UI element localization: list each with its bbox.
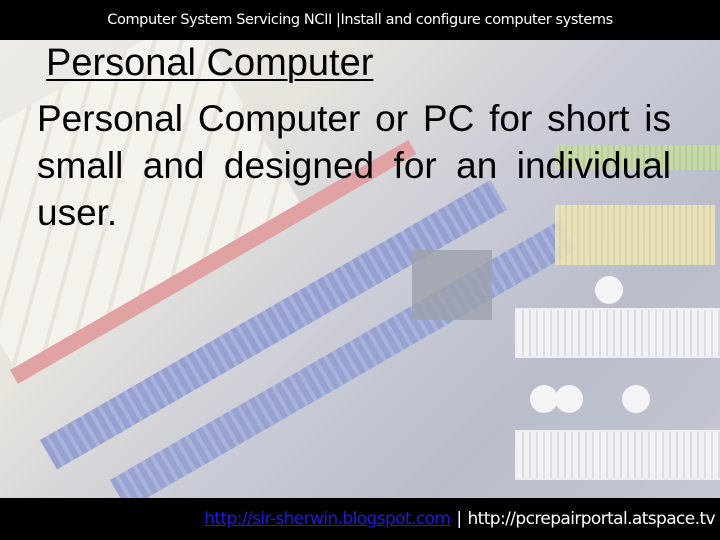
footer-bar: http://sir-sherwin.blogspot.com | http:/… xyxy=(0,498,720,540)
blog-link[interactable]: http://sir-sherwin.blogspot.com xyxy=(204,509,451,529)
portal-url-text: http://pcrepairportal.atspace.tv xyxy=(467,509,716,529)
slide: Computer System Servicing NCII |Install … xyxy=(0,0,720,540)
chip-graphic xyxy=(412,250,492,320)
slide-body-text: Personal Computer or PC for short is sma… xyxy=(37,98,671,233)
pci-slot-graphic xyxy=(515,430,720,480)
header-text: Computer System Servicing NCII |Install … xyxy=(107,12,613,28)
capacitor-graphic xyxy=(595,276,623,304)
capacitor-graphic xyxy=(530,385,558,413)
pci-slot-graphic xyxy=(515,308,720,358)
header-bar: Computer System Servicing NCII |Install … xyxy=(0,0,720,40)
slide-title: Personal Computer xyxy=(46,42,374,84)
footer-separator: | xyxy=(456,509,462,529)
capacitor-graphic xyxy=(622,385,650,413)
capacitor-graphic xyxy=(555,385,583,413)
